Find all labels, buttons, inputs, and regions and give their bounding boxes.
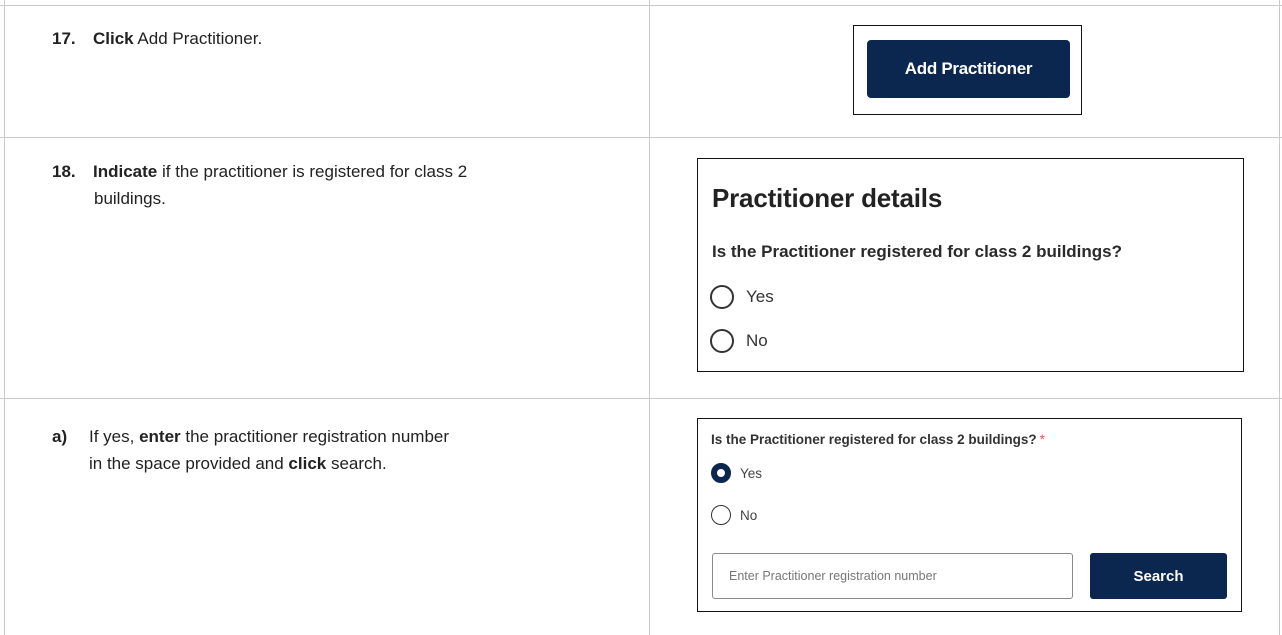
table-divider [0,398,1282,399]
step-text: search. [326,454,387,473]
practitioner-details-screenshot: Practitioner details Is the Practitioner… [697,158,1244,372]
registration-search-screenshot: Is the Practitioner registered for class… [697,418,1242,612]
table-divider [0,5,1282,6]
radio-option-no[interactable]: No [710,329,768,353]
step-text: If yes, [89,427,140,446]
step-text: in the space provided and [89,454,289,473]
section-heading: Practitioner details [712,183,943,213]
step-18-text: 18. Indicate if the practitioner is regis… [52,158,652,212]
table-divider [649,0,650,635]
step-17-text: 17. Click Add Practitioner. [52,25,262,52]
step-description: Add Practitioner. [133,29,263,48]
registration-number-input[interactable] [712,553,1073,599]
radio-label: Yes [740,465,763,481]
add-practitioner-screenshot: Add Practitioner [853,25,1082,115]
radio-label: No [740,507,758,523]
step-text: the practitioner registration number [180,427,450,446]
class2-question: Is the Practitioner registered for class… [712,242,1123,261]
table-divider [4,0,5,635]
radio-unchecked-icon[interactable] [711,505,731,525]
step-description-continued: buildings. [94,189,166,208]
step-number: 18. [52,162,76,181]
radio-unchecked-icon[interactable] [710,329,734,353]
radio-checked-icon[interactable] [711,463,731,483]
step-description: if the practitioner is registered for cl… [157,162,468,181]
step-description-continued: in the space provided and click search. [52,450,652,477]
step-a-text: a) If yes, enter the practitioner registr… [52,423,652,477]
step-verb: click [288,454,327,473]
table-divider [0,137,1282,138]
question-text: Is the Practitioner registered for class… [711,432,1037,447]
search-button[interactable]: Search [1090,553,1227,599]
table-divider [1279,0,1280,635]
step-verb: Indicate [93,162,158,181]
radio-label: No [746,331,768,350]
radio-unchecked-icon[interactable] [710,285,734,309]
radio-label: Yes [746,287,774,306]
required-star-icon: * [1039,432,1045,447]
step-number: a) [52,427,68,446]
step-verb: Click [93,29,134,48]
step-number: 17. [52,29,76,48]
step-verb: enter [139,427,181,446]
radio-option-yes[interactable]: Yes [710,285,774,309]
class2-question: Is the Practitioner registered for class… [711,432,1045,447]
radio-option-yes[interactable]: Yes [711,463,762,483]
add-practitioner-button[interactable]: Add Practitioner [867,40,1070,98]
radio-option-no[interactable]: No [711,505,757,525]
